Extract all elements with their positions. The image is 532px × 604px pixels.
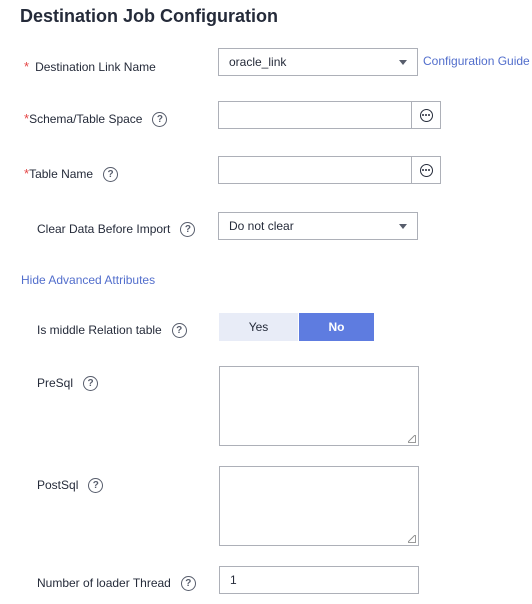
loader-thread-label: Number of loader Thread? (37, 576, 196, 592)
chevron-down-icon (399, 60, 407, 65)
presql-textarea[interactable] (219, 366, 419, 446)
resize-handle-icon[interactable] (408, 535, 416, 543)
clear-data-label: Clear Data Before Import? (37, 222, 196, 238)
label-text: PostSql (37, 478, 79, 492)
help-icon[interactable]: ? (180, 222, 196, 238)
destination-link-name-label: * Destination Link Name (24, 59, 156, 74)
label-text: Destination Link Name (35, 60, 156, 74)
loader-thread-input[interactable]: 1 (219, 566, 419, 594)
help-icon[interactable]: ? (171, 323, 187, 339)
clear-data-select[interactable]: Do not clear (218, 212, 418, 240)
more-dots-icon (419, 108, 433, 122)
postsql-textarea[interactable] (219, 466, 419, 546)
select-value: Do not clear (229, 219, 294, 233)
help-icon[interactable]: ? (180, 576, 196, 592)
page-title: Destination Job Configuration (20, 6, 278, 26)
table-name-input[interactable] (218, 156, 441, 184)
browse-button[interactable] (411, 102, 440, 128)
label-text: Clear Data Before Import (37, 222, 171, 236)
required-mark: * (24, 59, 30, 74)
destination-link-select[interactable]: oracle_link (218, 48, 418, 76)
presql-label: PreSql? (37, 376, 99, 392)
resize-handle-icon[interactable] (408, 435, 416, 443)
browse-button[interactable] (411, 157, 440, 183)
schema-label: *Schema/Table Space? (24, 111, 168, 128)
more-dots-icon (419, 163, 433, 177)
toggle-no-button[interactable]: No (299, 313, 374, 341)
schema-input[interactable] (218, 101, 441, 129)
toggle-yes-button[interactable]: Yes (219, 313, 298, 341)
label-text: PreSql (37, 376, 74, 390)
label-text: Schema/Table Space (29, 112, 143, 126)
help-icon[interactable]: ? (83, 376, 99, 392)
label-text: Number of loader Thread (37, 576, 171, 590)
middle-relation-label: Is middle Relation table? (37, 323, 187, 339)
help-icon[interactable]: ? (88, 478, 104, 494)
help-icon[interactable]: ? (152, 112, 168, 128)
hide-advanced-attributes-link[interactable]: Hide Advanced Attributes (21, 273, 155, 287)
select-value: oracle_link (229, 55, 287, 69)
chevron-down-icon (399, 224, 407, 229)
help-icon[interactable]: ? (103, 167, 119, 183)
configuration-guide-link[interactable]: Configuration Guide (423, 54, 530, 68)
label-text: Table Name (29, 167, 94, 181)
label-text: Is middle Relation table (37, 323, 162, 337)
table-name-label: *Table Name? (24, 166, 119, 183)
postsql-label: PostSql? (37, 478, 104, 494)
